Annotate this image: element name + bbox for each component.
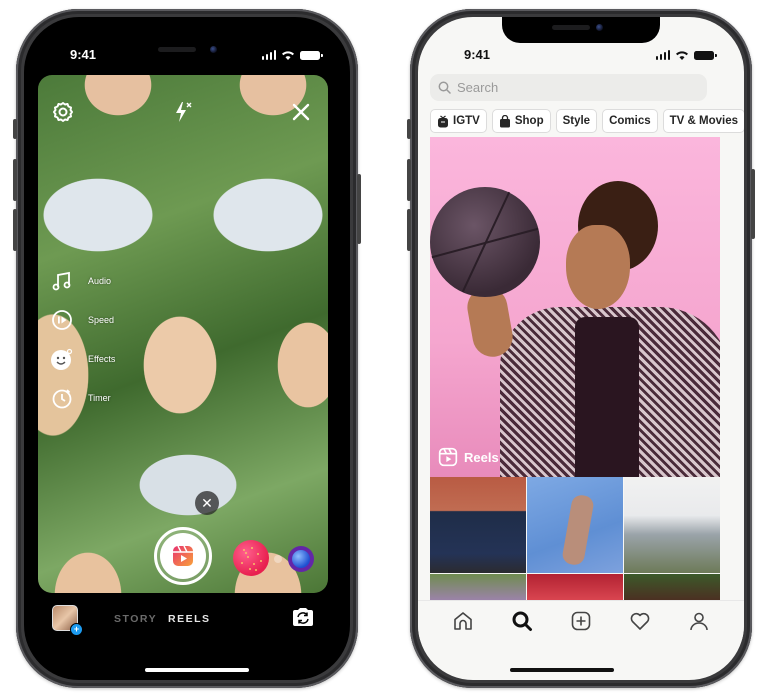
flash-off-icon[interactable] bbox=[170, 99, 196, 125]
grid-tile[interactable] bbox=[430, 574, 526, 600]
effect-bubble[interactable] bbox=[288, 546, 314, 572]
chip-shop[interactable]: Shop bbox=[491, 109, 551, 133]
mute-switch bbox=[13, 119, 17, 139]
chip-label: Style bbox=[562, 115, 591, 127]
reels-icon bbox=[173, 545, 193, 566]
tab-profile[interactable] bbox=[686, 608, 712, 634]
category-chips: IGTV Shop Style Comics TV & Movies bbox=[430, 109, 744, 133]
status-bar: 9:41 bbox=[24, 47, 350, 67]
status-time: 9:41 bbox=[70, 47, 97, 62]
home-indicator[interactable] bbox=[510, 668, 614, 672]
tool-effects[interactable]: Effects bbox=[50, 339, 115, 378]
wifi-icon bbox=[282, 51, 294, 60]
power-button bbox=[751, 169, 755, 239]
phone-explore: 9:41 IGTV Shop Style Com bbox=[407, 9, 755, 688]
explore-grid bbox=[430, 477, 720, 600]
tab-new-post[interactable] bbox=[568, 608, 594, 634]
cellular-signal-icon bbox=[261, 50, 276, 60]
mute-switch bbox=[407, 119, 411, 139]
chip-comics[interactable]: Comics bbox=[602, 109, 658, 133]
status-time: 9:41 bbox=[464, 47, 491, 62]
reels-badge: Reels bbox=[438, 447, 499, 467]
chip-style[interactable]: Style bbox=[555, 109, 598, 133]
camera-mode-bar: + STORY REELS bbox=[24, 605, 350, 645]
speed-icon bbox=[52, 309, 72, 330]
profile-icon bbox=[689, 612, 708, 630]
tool-audio[interactable]: Audio bbox=[50, 261, 115, 300]
chip-label: Comics bbox=[609, 115, 651, 127]
reels-badge-label: Reels bbox=[464, 449, 499, 465]
power-button bbox=[357, 174, 361, 244]
reel-subject-shirt bbox=[575, 317, 639, 477]
chip-tv-movies[interactable]: TV & Movies bbox=[662, 109, 744, 133]
earpiece-speaker bbox=[552, 25, 590, 30]
tab-home[interactable] bbox=[450, 608, 476, 634]
search-input[interactable] bbox=[457, 80, 687, 95]
search-icon bbox=[512, 611, 533, 631]
search-icon bbox=[438, 81, 451, 94]
effect-placeholder[interactable] bbox=[274, 555, 282, 563]
front-camera bbox=[596, 24, 603, 31]
grid-tile[interactable] bbox=[527, 574, 623, 600]
grid-tile[interactable] bbox=[430, 477, 526, 573]
add-post-icon bbox=[571, 611, 591, 630]
grid-tile[interactable] bbox=[624, 574, 720, 600]
tool-timer[interactable]: Timer bbox=[50, 378, 115, 417]
screen: 9:41 Audio Speed Effects Timer ✕ + STORY… bbox=[24, 17, 350, 680]
gear-icon[interactable] bbox=[50, 99, 76, 125]
tool-label: Effects bbox=[88, 353, 116, 364]
grid-tile[interactable] bbox=[527, 477, 623, 573]
basketball bbox=[430, 187, 540, 297]
tool-label: Timer bbox=[88, 392, 111, 403]
featured-reel[interactable]: Reels bbox=[430, 137, 720, 477]
notch bbox=[502, 17, 660, 43]
tab-activity[interactable] bbox=[627, 608, 653, 634]
tool-label: Speed bbox=[88, 314, 115, 325]
add-badge: + bbox=[70, 623, 83, 636]
camera-viewfinder[interactable]: Audio Speed Effects Timer ✕ bbox=[38, 75, 328, 593]
search-bar[interactable] bbox=[430, 74, 707, 101]
shopping-bag-icon bbox=[499, 114, 510, 127]
close-icon[interactable] bbox=[288, 99, 314, 125]
volume-down-button bbox=[407, 209, 411, 251]
tab-search[interactable] bbox=[509, 608, 535, 634]
volume-up-button bbox=[13, 159, 17, 201]
effect-sparkle[interactable] bbox=[233, 540, 269, 576]
volume-up-button bbox=[407, 159, 411, 201]
music-note-icon bbox=[52, 271, 71, 290]
grid-tile[interactable] bbox=[624, 477, 720, 573]
chip-label: IGTV bbox=[453, 115, 480, 127]
record-button[interactable] bbox=[154, 527, 212, 585]
reels-icon bbox=[438, 447, 458, 467]
chip-label: TV & Movies bbox=[669, 115, 739, 127]
home-indicator[interactable] bbox=[145, 668, 249, 672]
phone-camera: 9:41 Audio Speed Effects Timer ✕ + STORY… bbox=[13, 9, 361, 688]
chip-igtv[interactable]: IGTV bbox=[430, 109, 487, 133]
camera-tools: Audio Speed Effects Timer bbox=[50, 261, 115, 417]
screen: 9:41 IGTV Shop Style Com bbox=[418, 17, 744, 680]
cellular-signal-icon bbox=[655, 50, 670, 60]
tool-speed[interactable]: Speed bbox=[50, 300, 115, 339]
timer-icon bbox=[52, 388, 72, 408]
volume-down-button bbox=[13, 209, 17, 251]
heart-icon bbox=[630, 612, 650, 630]
battery-icon bbox=[300, 51, 323, 60]
mode-tab-reels[interactable]: REELS bbox=[168, 613, 211, 625]
home-icon bbox=[454, 611, 473, 630]
igtv-icon bbox=[438, 115, 448, 127]
chip-label: Shop bbox=[514, 115, 544, 127]
tool-label: Audio bbox=[88, 275, 112, 286]
smiley-icon bbox=[51, 348, 73, 370]
wifi-icon bbox=[676, 51, 688, 60]
reel-subject-face bbox=[566, 225, 630, 309]
mode-tab-story[interactable]: STORY bbox=[114, 613, 157, 625]
flip-camera-icon[interactable] bbox=[291, 606, 315, 628]
dismiss-effect-button[interactable]: ✕ bbox=[195, 491, 219, 515]
bottom-tab-bar bbox=[418, 600, 744, 640]
status-bar: 9:41 bbox=[418, 47, 744, 67]
battery-icon bbox=[694, 51, 717, 60]
